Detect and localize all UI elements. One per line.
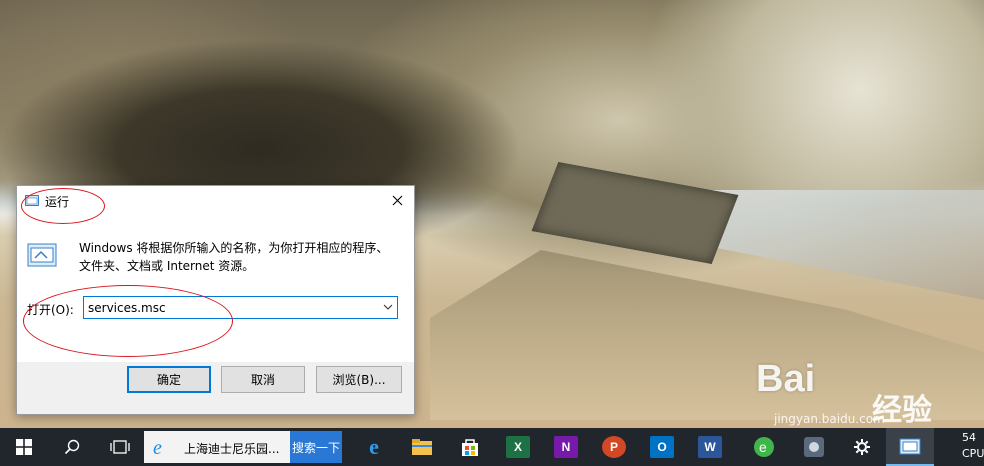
task-view-icon [110, 440, 130, 454]
description-line-1: Windows 将根据你所输入的名称，为你打开相应的程序、 [79, 241, 389, 255]
onenote-icon: N [554, 436, 578, 458]
store-icon [462, 439, 478, 456]
file-explorer-icon [412, 439, 432, 455]
title-annotation-ellipse [21, 188, 105, 224]
gear-icon [854, 439, 870, 455]
powerpoint-icon: P [602, 436, 626, 458]
taskbar-search-button[interactable]: 搜索一下 [290, 431, 342, 463]
taskbar-app-run-active[interactable] [886, 428, 934, 466]
excel-icon: X [506, 436, 530, 458]
start-button[interactable] [0, 428, 48, 466]
close-button[interactable] [380, 186, 414, 215]
search-taskbar-button[interactable] [48, 428, 96, 466]
taskbar-app-outlook[interactable]: O [638, 428, 686, 466]
taskbar-app-browser[interactable]: e [740, 428, 788, 466]
taskbar-app-settings[interactable] [838, 428, 886, 466]
taskbar-app-explorer[interactable] [398, 428, 446, 466]
watermark-url: jingyan.baidu.com [774, 412, 885, 426]
taskbar-app-store[interactable] [446, 428, 494, 466]
taskbar-search-text: 上海迪士尼乐园... [184, 442, 280, 456]
clock-line-2: CPU [962, 447, 984, 460]
run-taskbar-icon [899, 438, 921, 455]
watermark-brand: Bai [756, 358, 815, 401]
ie-icon: e [153, 437, 162, 457]
watermark-text: Bai [756, 358, 816, 400]
cancel-button[interactable]: 取消 [221, 366, 305, 393]
svg-text:e: e [759, 439, 767, 455]
taskbar-search-box[interactable]: e 上海迪士尼乐园... [144, 431, 290, 463]
taskbar-app-powerpoint[interactable]: P [590, 428, 638, 466]
taskbar-app-onenote[interactable]: N [542, 428, 590, 466]
search-icon [64, 439, 80, 455]
green-browser-icon: e [754, 437, 774, 457]
description-line-2: 文件夹、文档或 Internet 资源。 [79, 259, 255, 273]
outlook-icon: O [650, 436, 674, 458]
word-icon: W [698, 436, 722, 458]
edge-icon: e [369, 434, 379, 459]
task-view-button[interactable] [96, 428, 144, 466]
windows-logo-icon [16, 439, 32, 455]
tool-app-icon [804, 437, 824, 457]
browse-button[interactable]: 浏览(B)... [316, 366, 402, 393]
clock-line-1: 54 [962, 431, 976, 444]
svg-text:e: e [153, 437, 162, 457]
close-icon [392, 195, 402, 206]
input-annotation-ellipse [23, 285, 233, 357]
chevron-down-icon[interactable] [383, 303, 393, 311]
taskbar-app-edge[interactable]: e [350, 428, 398, 466]
taskbar-app-word[interactable]: W [686, 428, 734, 466]
taskbar-app-tool[interactable] [790, 428, 838, 466]
system-clock[interactable]: 54 CPU [962, 430, 984, 462]
taskbar-app-excel[interactable]: X [494, 428, 542, 466]
taskbar: e 上海迪士尼乐园... 搜索一下 e X N P O W e 54 CPU [0, 428, 984, 466]
ok-button[interactable]: 确定 [127, 366, 211, 393]
dialog-description: Windows 将根据你所输入的名称，为你打开相应的程序、 文件夹、文档或 In… [79, 239, 399, 275]
run-program-icon [27, 243, 57, 267]
